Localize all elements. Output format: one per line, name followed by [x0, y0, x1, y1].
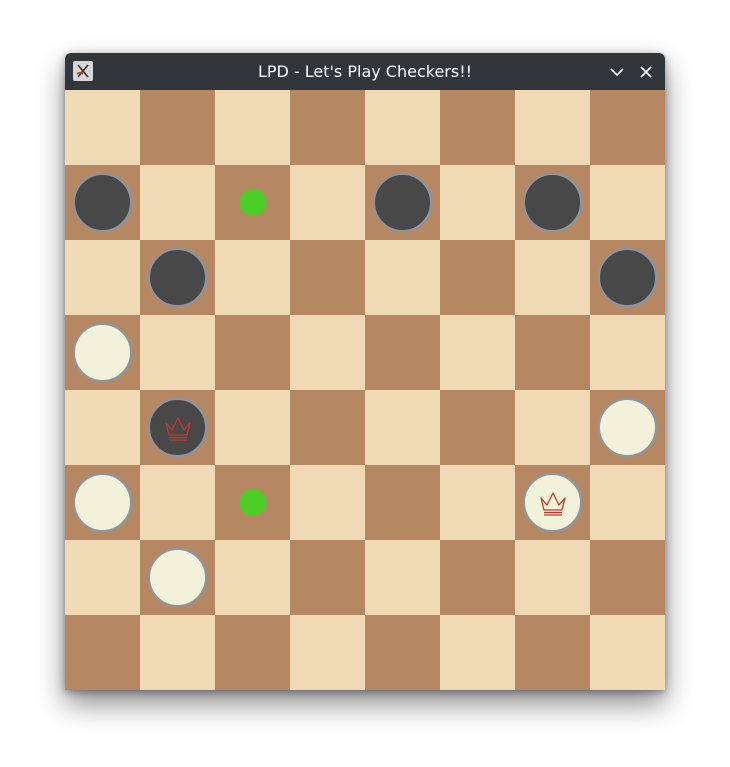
- board-square-light[interactable]: [65, 390, 140, 465]
- board-square-light[interactable]: [65, 540, 140, 615]
- board-square-dark[interactable]: [440, 90, 515, 165]
- dark-checker-piece[interactable]: [598, 248, 657, 307]
- board-square-dark[interactable]: [215, 315, 290, 390]
- board-square-light[interactable]: [215, 240, 290, 315]
- board-square-dark[interactable]: [365, 165, 440, 240]
- board-square-light[interactable]: [290, 315, 365, 390]
- board-square-light[interactable]: [290, 615, 365, 690]
- minimize-button[interactable]: [607, 62, 627, 82]
- board-square-dark[interactable]: [65, 465, 140, 540]
- board-square-dark[interactable]: [290, 240, 365, 315]
- game-window: LPD - Let's Play Checkers!!: [65, 53, 665, 690]
- light-checker-piece[interactable]: [598, 398, 657, 457]
- board-square-dark[interactable]: [590, 390, 665, 465]
- board-square-dark[interactable]: [215, 165, 290, 240]
- checkers-board: [65, 90, 665, 690]
- light-checker-piece[interactable]: [73, 323, 132, 382]
- board-square-light[interactable]: [140, 315, 215, 390]
- board-square-dark[interactable]: [290, 540, 365, 615]
- title-bar[interactable]: LPD - Let's Play Checkers!!: [65, 53, 665, 90]
- light-king-piece[interactable]: [523, 473, 582, 532]
- chevron-down-icon: [610, 68, 624, 77]
- board-square-dark[interactable]: [440, 390, 515, 465]
- board-square-dark[interactable]: [365, 315, 440, 390]
- board-square-light[interactable]: [515, 540, 590, 615]
- board-square-light[interactable]: [215, 90, 290, 165]
- board-square-light[interactable]: [440, 465, 515, 540]
- board-square-dark[interactable]: [515, 615, 590, 690]
- board-square-light[interactable]: [590, 315, 665, 390]
- board-square-dark[interactable]: [365, 465, 440, 540]
- board-square-dark[interactable]: [215, 615, 290, 690]
- board-square-light[interactable]: [65, 90, 140, 165]
- board-square-light[interactable]: [290, 165, 365, 240]
- board-square-light[interactable]: [515, 390, 590, 465]
- board-square-dark[interactable]: [590, 240, 665, 315]
- board-square-light[interactable]: [140, 465, 215, 540]
- light-checker-piece[interactable]: [148, 548, 207, 607]
- board-square-dark[interactable]: [65, 165, 140, 240]
- board-square-light[interactable]: [215, 390, 290, 465]
- move-hint-dot[interactable]: [239, 489, 266, 516]
- board-square-light[interactable]: [515, 240, 590, 315]
- board-square-dark[interactable]: [140, 540, 215, 615]
- board-square-dark[interactable]: [65, 615, 140, 690]
- board-square-light[interactable]: [365, 390, 440, 465]
- dark-checker-piece[interactable]: [148, 248, 207, 307]
- board-square-dark[interactable]: [440, 240, 515, 315]
- board-square-light[interactable]: [140, 165, 215, 240]
- board-square-light[interactable]: [515, 90, 590, 165]
- board-square-dark[interactable]: [515, 315, 590, 390]
- crown-icon: [539, 491, 566, 516]
- board-square-light[interactable]: [365, 540, 440, 615]
- board-square-light[interactable]: [590, 465, 665, 540]
- board-square-dark[interactable]: [440, 540, 515, 615]
- board-square-dark[interactable]: [590, 540, 665, 615]
- board-square-light[interactable]: [440, 615, 515, 690]
- board-square-dark[interactable]: [215, 465, 290, 540]
- board-square-dark[interactable]: [590, 90, 665, 165]
- board-square-dark[interactable]: [140, 240, 215, 315]
- board-square-dark[interactable]: [140, 390, 215, 465]
- board-square-light[interactable]: [215, 540, 290, 615]
- board-square-dark[interactable]: [290, 390, 365, 465]
- window-title: LPD - Let's Play Checkers!!: [257, 62, 473, 81]
- dark-checker-piece[interactable]: [523, 173, 582, 232]
- close-button[interactable]: [636, 62, 656, 82]
- board-square-dark[interactable]: [140, 90, 215, 165]
- board-square-dark[interactable]: [515, 165, 590, 240]
- crown-icon: [164, 416, 191, 441]
- dark-king-piece[interactable]: [148, 398, 207, 457]
- move-hint-dot[interactable]: [239, 189, 266, 216]
- board-square-light[interactable]: [590, 615, 665, 690]
- dark-checker-piece[interactable]: [373, 173, 432, 232]
- board-square-dark[interactable]: [365, 615, 440, 690]
- board-square-light[interactable]: [440, 165, 515, 240]
- board-square-dark[interactable]: [65, 315, 140, 390]
- board-square-dark[interactable]: [290, 90, 365, 165]
- board-square-light[interactable]: [290, 465, 365, 540]
- board-square-light[interactable]: [140, 615, 215, 690]
- dark-checker-piece[interactable]: [73, 173, 132, 232]
- close-icon: [640, 66, 652, 78]
- board-square-dark[interactable]: [515, 465, 590, 540]
- board-square-light[interactable]: [365, 240, 440, 315]
- board-square-light[interactable]: [590, 165, 665, 240]
- board-square-light[interactable]: [440, 315, 515, 390]
- board-square-light[interactable]: [365, 90, 440, 165]
- board-square-light[interactable]: [65, 240, 140, 315]
- light-checker-piece[interactable]: [73, 473, 132, 532]
